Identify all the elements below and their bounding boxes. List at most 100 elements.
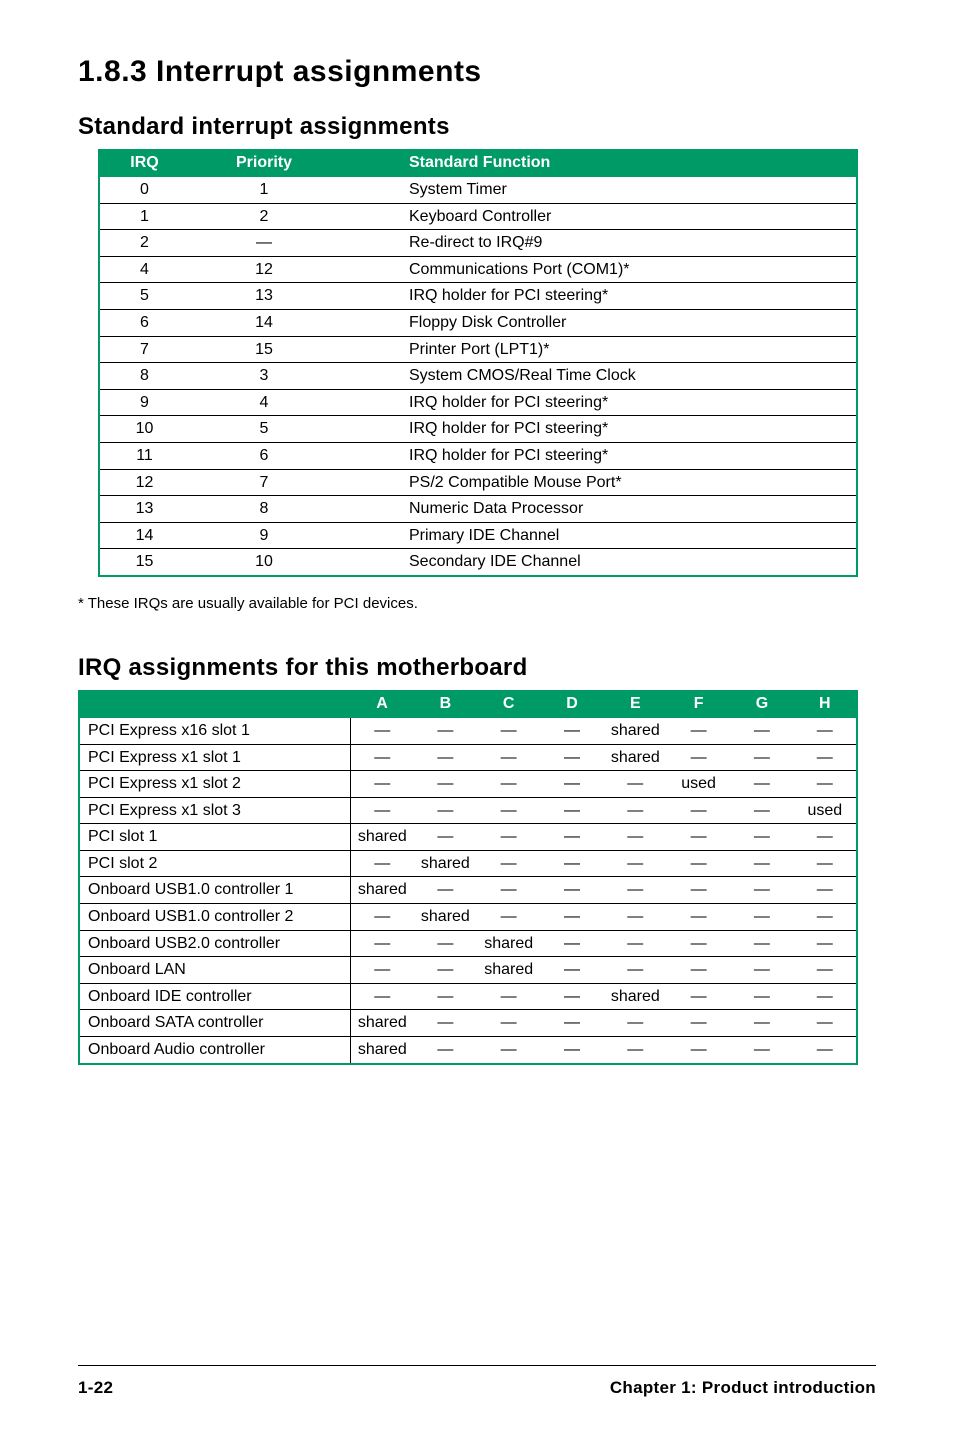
irq-cell: — (350, 904, 413, 931)
irq-cell: — (667, 718, 730, 744)
irq-cell: — (477, 904, 540, 931)
table-row: 127PS/2 Compatible Mouse Port* (99, 469, 857, 496)
irq-cell: — (667, 744, 730, 771)
irq-cell: — (414, 930, 477, 957)
std-header-priority: Priority (189, 149, 339, 177)
irq-header-col: F (667, 690, 730, 718)
irq-cell: — (604, 877, 667, 904)
std-cell-irq: 15 (99, 549, 189, 576)
irq-cell: used (794, 797, 857, 824)
irq-cell: — (540, 957, 603, 984)
irq-cell: — (414, 1037, 477, 1064)
irq-cell: — (794, 930, 857, 957)
irq-cell: — (414, 983, 477, 1010)
irq-row-name: PCI slot 2 (79, 850, 350, 877)
irq-row-name: Onboard Audio controller (79, 1037, 350, 1064)
irq-row-name: PCI Express x1 slot 3 (79, 797, 350, 824)
irq-cell: — (794, 824, 857, 851)
table-row: PCI Express x1 slot 3———————used (79, 797, 857, 824)
irq-cell: — (667, 1010, 730, 1037)
irq-header-col: C (477, 690, 540, 718)
irq-cell: — (794, 877, 857, 904)
irq-cell: — (350, 744, 413, 771)
std-cell-function: IRQ holder for PCI steering* (339, 389, 857, 416)
footnote-text: * These IRQs are usually available for P… (78, 595, 876, 612)
irq-cell: — (604, 904, 667, 931)
table-row: 01System Timer (99, 177, 857, 203)
irq-cell: used (667, 771, 730, 798)
irq-cell: — (667, 983, 730, 1010)
std-cell-priority: 10 (189, 549, 339, 576)
irq-cell: — (794, 1037, 857, 1064)
irq-header-col: H (794, 690, 857, 718)
irq-cell: — (730, 744, 793, 771)
irq-cell: — (414, 957, 477, 984)
std-cell-function: Re-direct to IRQ#9 (339, 230, 857, 257)
table-row: PCI Express x16 slot 1————shared——— (79, 718, 857, 744)
section-heading: 1.8.3 Interrupt assignments (78, 55, 876, 89)
irq-cell: — (730, 1010, 793, 1037)
std-cell-function: Numeric Data Processor (339, 496, 857, 523)
irq-cell: — (414, 877, 477, 904)
irq-cell: — (350, 930, 413, 957)
std-cell-function: System Timer (339, 177, 857, 203)
irq-cell: — (477, 718, 540, 744)
irq-cell: shared (350, 877, 413, 904)
irq-cell: — (667, 824, 730, 851)
irq-header-col: B (414, 690, 477, 718)
irq-cell: — (604, 1010, 667, 1037)
irq-row-name: PCI Express x1 slot 2 (79, 771, 350, 798)
std-cell-priority: 1 (189, 177, 339, 203)
std-cell-function: IRQ holder for PCI steering* (339, 416, 857, 443)
irq-cell: — (350, 771, 413, 798)
std-cell-irq: 0 (99, 177, 189, 203)
irq-cell: shared (350, 1010, 413, 1037)
irq-cell: shared (477, 957, 540, 984)
footer-divider (78, 1365, 876, 1366)
irq-cell: — (540, 718, 603, 744)
std-cell-priority: 4 (189, 389, 339, 416)
irq-cell: — (730, 877, 793, 904)
irq-cell: — (414, 824, 477, 851)
irq-cell: — (540, 1010, 603, 1037)
std-cell-irq: 4 (99, 256, 189, 283)
std-cell-function: Primary IDE Channel (339, 522, 857, 549)
table-row: Onboard USB1.0 controller 2—shared—————— (79, 904, 857, 931)
irq-cell: — (794, 904, 857, 931)
std-cell-priority: 12 (189, 256, 339, 283)
table-row: 149Primary IDE Channel (99, 522, 857, 549)
table-row: 83System CMOS/Real Time Clock (99, 363, 857, 390)
std-cell-irq: 1 (99, 203, 189, 230)
irq-cell: — (540, 877, 603, 904)
irq-cell: — (477, 850, 540, 877)
irq-cell: — (730, 797, 793, 824)
irq-cell: — (477, 824, 540, 851)
irq-cell: — (730, 930, 793, 957)
std-cell-irq: 9 (99, 389, 189, 416)
std-cell-irq: 12 (99, 469, 189, 496)
std-cell-function: Printer Port (LPT1)* (339, 336, 857, 363)
irq-cell: — (540, 744, 603, 771)
irq-cell: — (604, 930, 667, 957)
irq-header-col: D (540, 690, 603, 718)
irq-cell: — (540, 824, 603, 851)
irq-row-name: PCI Express x16 slot 1 (79, 718, 350, 744)
irq-row-name: Onboard USB1.0 controller 2 (79, 904, 350, 931)
irq-row-name: Onboard USB2.0 controller (79, 930, 350, 957)
irq-cell: — (730, 957, 793, 984)
std-header-function: Standard Function (339, 149, 857, 177)
irq-cell: shared (414, 904, 477, 931)
table-row: Onboard USB2.0 controller——shared————— (79, 930, 857, 957)
irq-header-col: E (604, 690, 667, 718)
irq-cell: — (540, 904, 603, 931)
std-cell-function: Floppy Disk Controller (339, 309, 857, 336)
std-cell-priority: 9 (189, 522, 339, 549)
table-row: 715Printer Port (LPT1)* (99, 336, 857, 363)
irq-cell: shared (414, 850, 477, 877)
irq-cell: — (414, 771, 477, 798)
irq-cell: — (604, 850, 667, 877)
std-cell-irq: 10 (99, 416, 189, 443)
std-cell-irq: 11 (99, 442, 189, 469)
irq-cell: — (794, 718, 857, 744)
irq-header-blank (79, 690, 350, 718)
